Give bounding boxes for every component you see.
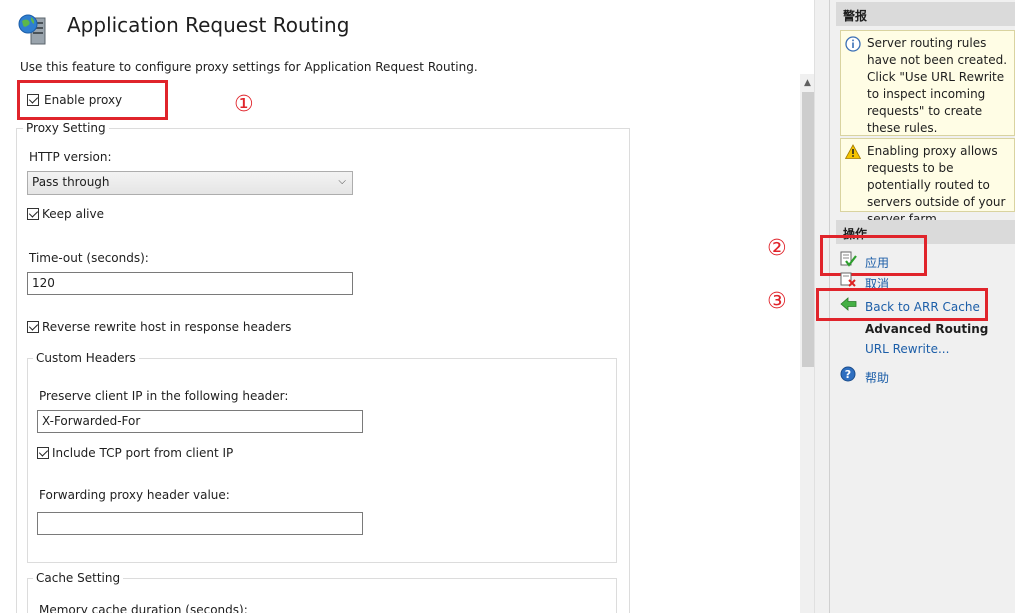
chevron-down-icon: ⌵ <box>338 176 346 187</box>
back-label: Back to ARR Cache <box>865 300 980 314</box>
help-label: 帮助 <box>865 371 890 385</box>
memory-cache-label: Memory cache duration (seconds): <box>39 603 248 613</box>
timeout-label: Time-out (seconds): <box>29 251 149 265</box>
scrollbar-thumb[interactable] <box>802 92 814 367</box>
scroll-up-arrow-icon[interactable]: ▲ <box>800 76 814 90</box>
page-description: Use this feature to configure proxy sett… <box>20 60 478 74</box>
keep-alive-checkbox[interactable]: Keep alive <box>27 207 104 221</box>
svg-text:?: ? <box>845 368 851 381</box>
keep-alive-label: Keep alive <box>42 207 104 221</box>
forwarding-header-label: Forwarding proxy header value: <box>39 488 230 502</box>
http-version-select[interactable]: Pass through ⌵ <box>27 171 353 195</box>
timeout-input[interactable]: 120 <box>27 272 353 295</box>
alert-warning: Enabling proxy allows requests to be pot… <box>840 138 1015 226</box>
include-tcp-checkbox[interactable]: Include TCP port from client IP <box>37 446 233 460</box>
apply-label: 应用 <box>865 256 890 270</box>
annotation-circled-2: ② <box>767 236 787 261</box>
alert-info: Server routing rules have not been creat… <box>840 30 1015 136</box>
warning-icon <box>844 144 862 165</box>
apply-action[interactable]: 应用 <box>840 251 889 271</box>
page-title: Application Request Routing <box>67 13 350 37</box>
checkbox-checked-icon <box>27 321 39 333</box>
back-to-arr-cache-action[interactable]: Back to ARR Cache <box>840 297 980 314</box>
preserve-ip-label: Preserve client IP in the following head… <box>39 389 289 403</box>
http-version-value: Pass through <box>32 175 110 189</box>
proxy-setting-legend: Proxy Setting <box>23 121 109 135</box>
enable-proxy-label: Enable proxy <box>44 93 123 107</box>
alerts-header: 警报 <box>836 2 1015 26</box>
arr-globe-icon <box>17 12 51 46</box>
checkbox-checked-icon <box>37 447 49 459</box>
url-rewrite-link[interactable]: URL Rewrite... <box>865 342 949 356</box>
http-version-label: HTTP version: <box>29 150 112 164</box>
advanced-routing-heading: Advanced Routing <box>865 322 989 336</box>
forwarding-header-input[interactable] <box>37 512 363 535</box>
help-action[interactable]: ? 帮助 <box>840 366 889 386</box>
preserve-ip-input[interactable]: X-Forwarded-For <box>37 410 363 433</box>
apply-icon <box>840 251 857 270</box>
main-panel: Application Request Routing Use this fea… <box>0 0 815 613</box>
annotation-circled-1: ① <box>234 92 254 117</box>
custom-headers-legend: Custom Headers <box>33 351 139 365</box>
cache-setting-legend: Cache Setting <box>33 571 124 585</box>
checkbox-checked-icon <box>27 94 39 106</box>
enable-proxy-checkbox[interactable]: Enable proxy <box>27 93 122 107</box>
alert-info-text: Server routing rules have not been creat… <box>867 36 1008 135</box>
include-tcp-label: Include TCP port from client IP <box>52 446 234 460</box>
reverse-rewrite-label: Reverse rewrite host in response headers <box>42 320 292 334</box>
info-icon <box>845 36 861 57</box>
reverse-rewrite-checkbox[interactable]: Reverse rewrite host in response headers <box>27 320 291 334</box>
checkbox-checked-icon <box>27 208 39 220</box>
annotation-circled-3: ③ <box>767 289 787 314</box>
help-icon: ? <box>840 366 857 385</box>
back-arrow-icon <box>840 297 857 314</box>
